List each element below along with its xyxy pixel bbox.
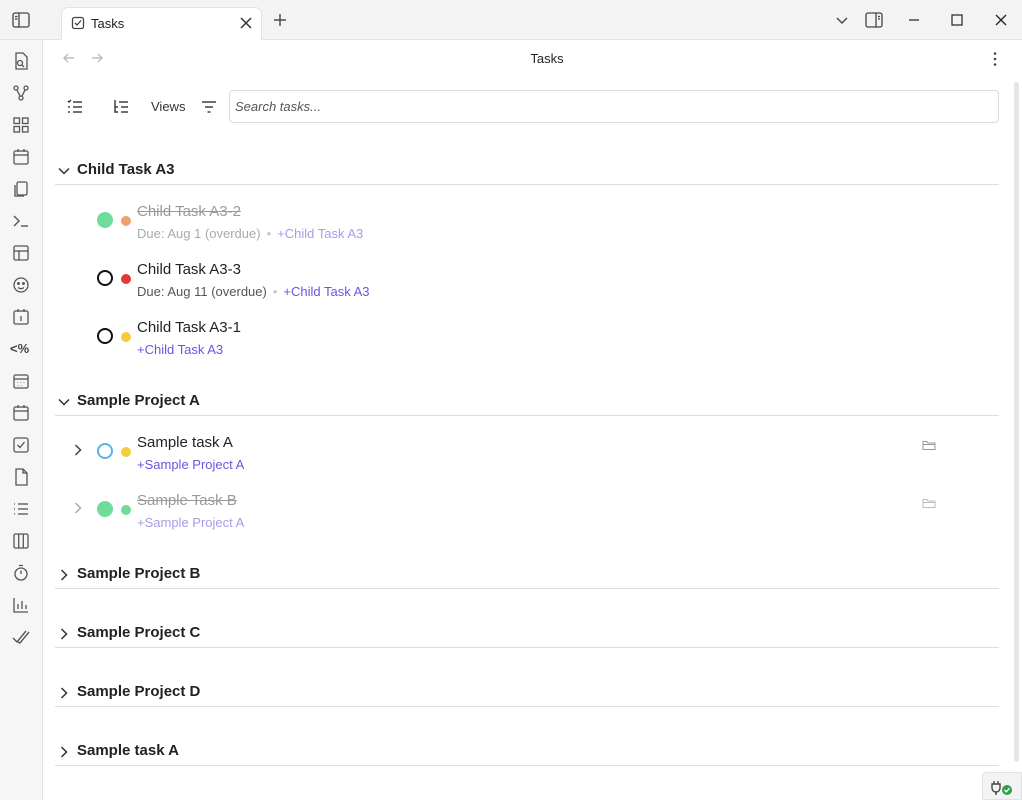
separator: •	[272, 284, 278, 299]
calendar-icon[interactable]	[11, 147, 31, 167]
task-list-view-icon[interactable]	[65, 97, 85, 117]
project-link[interactable]: +Child Task A3	[137, 342, 223, 357]
task-item[interactable]: Child Task A3-1 +Child Task A3	[43, 319, 987, 376]
group-header[interactable]: Sample Project D	[55, 681, 999, 707]
project-link[interactable]: +Child Task A3	[277, 226, 363, 241]
task-meta: +Sample Project A	[137, 515, 244, 530]
group-title: Sample task A	[77, 742, 179, 759]
group-header[interactable]: Sample Project B	[55, 563, 999, 589]
more-options-icon[interactable]	[987, 50, 1003, 68]
task-meta: +Child Task A3	[137, 342, 223, 357]
due-date: Due: Aug 1 (overdue)	[137, 226, 261, 241]
title-bar: Tasks	[0, 0, 1022, 41]
separator: •	[266, 226, 272, 241]
open-quick-switcher-icon[interactable]	[11, 51, 31, 71]
task-item[interactable]: Child Task A3-2 Due: Aug 1 (overdue) • +Ch…	[43, 203, 987, 260]
chevron-right-icon[interactable]	[57, 627, 71, 641]
layout-icon[interactable]	[11, 243, 31, 263]
calendar-month-icon[interactable]	[11, 403, 31, 423]
note-file-icon[interactable]	[11, 467, 31, 487]
project-link[interactable]: +Sample Project A	[137, 515, 244, 530]
project-link[interactable]: +Sample Project A	[137, 457, 244, 472]
due-date: Due: Aug 11 (overdue)	[137, 284, 267, 299]
group-title: Sample Project D	[77, 683, 201, 700]
close-icon[interactable]	[238, 15, 254, 31]
group-header[interactable]: Child Task A3	[55, 159, 999, 185]
group-title: Sample Project B	[77, 565, 201, 582]
filter-icon[interactable]	[199, 97, 219, 117]
chevron-right-icon[interactable]	[57, 745, 71, 759]
double-check-icon[interactable]	[11, 627, 31, 647]
window-close-icon[interactable]	[992, 11, 1010, 29]
search-input[interactable]	[229, 90, 999, 123]
task-item[interactable]: Child Task A3-3 Due: Aug 11 (overdue) • +C…	[43, 261, 987, 318]
status-open-icon[interactable]	[97, 328, 113, 344]
chevron-right-icon[interactable]	[57, 568, 71, 582]
status-done-icon[interactable]	[97, 501, 113, 517]
chevron-down-icon[interactable]	[833, 11, 851, 29]
task-title[interactable]: Child Task A3-1	[137, 319, 241, 336]
bar-chart-icon[interactable]	[11, 595, 31, 615]
group-title: Sample Project A	[77, 392, 200, 409]
terminal-icon[interactable]	[11, 211, 31, 231]
minimize-icon[interactable]	[905, 11, 923, 29]
plugin-status-icon[interactable]	[982, 772, 1022, 800]
task-title[interactable]: Sample task A	[137, 434, 233, 451]
task-meta: +Sample Project A	[137, 457, 244, 472]
smiley-icon[interactable]	[11, 275, 31, 295]
maximize-icon[interactable]	[948, 11, 966, 29]
chevron-right-icon[interactable]	[71, 501, 85, 515]
priority-dot	[121, 332, 131, 342]
group-title: Child Task A3	[77, 161, 175, 178]
subtask-tree-icon[interactable]	[111, 97, 131, 117]
group-header[interactable]: Sample Project A	[55, 390, 999, 416]
task-title[interactable]: Sample Task B	[137, 492, 237, 509]
task-meta: Due: Aug 11 (overdue) • +Child Task A3	[137, 284, 370, 299]
tasks-view: Tasks Views Child Task A3 Child Task A3-…	[43, 40, 1022, 800]
chevron-down-icon[interactable]	[57, 395, 71, 409]
priority-dot	[121, 505, 131, 515]
status-done-icon[interactable]	[97, 212, 113, 228]
task-meta: Due: Aug 1 (overdue) • +Child Task A3	[137, 226, 363, 241]
chevron-right-icon[interactable]	[57, 686, 71, 700]
view-title: Tasks	[530, 51, 564, 66]
priority-dot	[121, 447, 131, 457]
list-icon[interactable]	[11, 499, 31, 519]
timer-icon[interactable]	[11, 563, 31, 583]
sidebar-toggle-icon[interactable]	[11, 10, 31, 30]
status-in-progress-icon[interactable]	[97, 443, 113, 459]
chevron-down-icon[interactable]	[57, 164, 71, 178]
task-checkbox-icon[interactable]	[11, 435, 31, 455]
task-item[interactable]: Sample task A +Sample Project A	[43, 434, 987, 491]
status-open-icon[interactable]	[97, 270, 113, 286]
project-link[interactable]: +Child Task A3	[283, 284, 369, 299]
tab-label: Tasks	[91, 16, 125, 31]
task-item[interactable]: Sample Task B +Sample Project A	[43, 492, 987, 549]
templater-icon[interactable]: <%	[10, 341, 29, 356]
group-header[interactable]: Sample Project C	[55, 622, 999, 648]
graph-view-icon[interactable]	[11, 83, 31, 103]
left-ribbon: <%	[0, 40, 43, 800]
task-title[interactable]: Child Task A3-2	[137, 203, 241, 220]
calendar-week-icon[interactable]	[11, 371, 31, 391]
scrollbar[interactable]	[1014, 82, 1019, 762]
folder-icon[interactable]	[922, 438, 936, 450]
group-header[interactable]: Sample task A	[55, 740, 999, 766]
chevron-right-icon[interactable]	[71, 443, 85, 457]
plus-icon[interactable]	[271, 11, 289, 29]
folder-icon[interactable]	[922, 496, 936, 508]
kanban-columns-icon[interactable]	[11, 531, 31, 551]
priority-dot	[121, 274, 131, 284]
group-title: Sample Project C	[77, 624, 201, 641]
task-title[interactable]: Child Task A3-3	[137, 261, 241, 278]
views-button[interactable]: Views	[151, 99, 185, 114]
copy-files-icon[interactable]	[11, 179, 31, 199]
right-sidebar-toggle-icon[interactable]	[864, 11, 884, 29]
tab-tasks[interactable]: Tasks	[61, 7, 262, 41]
canvas-grid-icon[interactable]	[11, 115, 31, 135]
priority-dot	[121, 216, 131, 226]
daily-note-icon[interactable]	[11, 307, 31, 327]
checkbox-icon	[71, 16, 85, 30]
